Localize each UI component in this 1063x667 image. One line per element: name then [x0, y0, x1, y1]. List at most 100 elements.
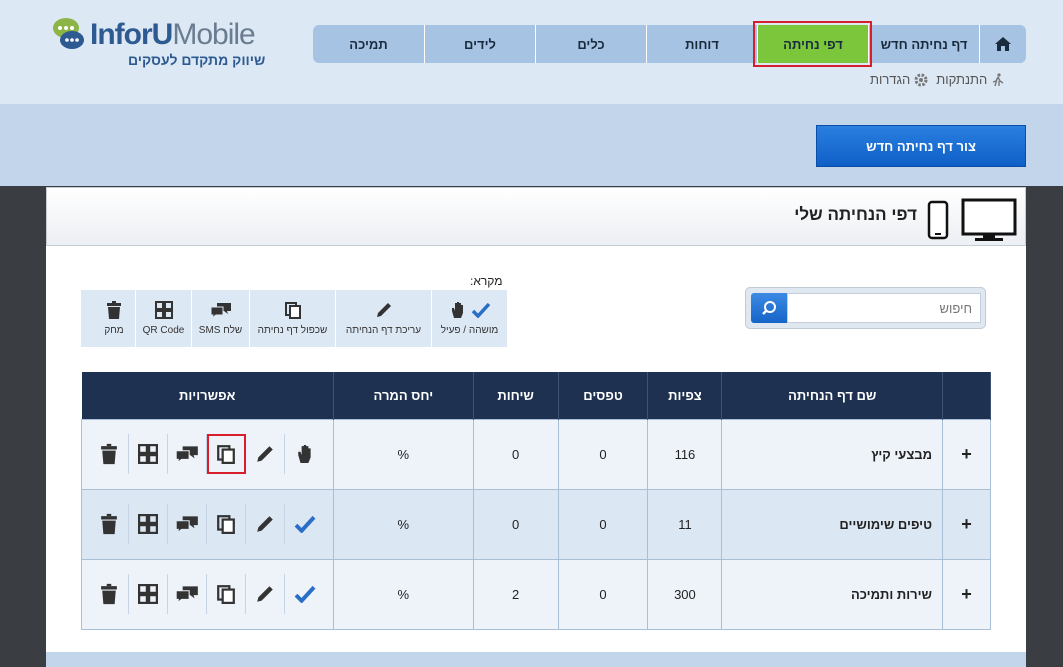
nav-landing-pages[interactable]: דפי נחיתה [753, 21, 872, 67]
row-conversion: % [332, 418, 474, 490]
header-views: צפיות [647, 372, 723, 419]
create-landing-page-button[interactable]: צור דף נחיתה חדש [816, 125, 1026, 167]
status-toggle-button[interactable] [285, 574, 324, 614]
row-name[interactable]: שירות ותמיכה [721, 558, 944, 630]
nav-leads[interactable]: לידים [424, 25, 535, 63]
row-conversion: % [332, 558, 474, 630]
logout-label: התנתקות [936, 72, 988, 87]
logout-link[interactable]: התנתקות [936, 72, 1005, 87]
row-calls: 0 [472, 488, 559, 560]
row-forms: 0 [557, 418, 649, 490]
expand-row-button[interactable]: + [942, 558, 991, 630]
row-forms: 0 [557, 488, 649, 560]
table-row: % 0 0 116 מבצעי קיץ + [81, 418, 991, 490]
search-button[interactable] [751, 293, 787, 323]
table-header-row: אפשרויות יחס המרה שיחות טפסים צפיות שם ד… [81, 372, 991, 419]
duplicate-button[interactable] [207, 504, 247, 544]
hand-icon [298, 445, 311, 463]
logo-tagline: שיווק מתקדם לעסקים [128, 52, 266, 68]
search-box [745, 287, 986, 329]
legend-item-status: מושהה / פעיל [431, 290, 507, 347]
row-views: 300 [647, 558, 723, 630]
logo-text: InforUMobile [90, 18, 256, 51]
row-conversion: % [332, 488, 474, 560]
qr-code-button[interactable] [129, 574, 169, 614]
legend-item-copy: שכפול דף נחיתה [249, 290, 335, 347]
send-sms-button[interactable] [168, 434, 208, 474]
duplicate-button[interactable] [207, 434, 247, 474]
delete-button[interactable] [90, 504, 130, 544]
delete-button[interactable] [90, 434, 130, 474]
status-toggle-button[interactable] [285, 504, 324, 544]
legend-item-delete: מחק [93, 290, 135, 347]
edit-button[interactable] [246, 504, 286, 544]
edit-button[interactable] [246, 574, 286, 614]
pencil-icon [376, 303, 391, 317]
logo[interactable]: InforUMobile שיווק מתקדם לעסקים [50, 12, 270, 72]
checkmark-icon [471, 302, 490, 318]
desktop-icon [961, 198, 1017, 241]
settings-label: הגדרות [870, 72, 911, 87]
legend-label-qr: QR Code [142, 325, 185, 336]
legend: מושהה / פעיל עריכת דף הנחיתה שכפול דף נח… [81, 290, 507, 347]
table-row: % 0 0 11 טיפים שימושיים + [81, 488, 991, 560]
status-toggle-button[interactable] [285, 434, 324, 474]
duplicate-button[interactable] [207, 574, 247, 614]
panel-header: דפי הנחיתה שלי [46, 187, 1026, 246]
running-man-icon [993, 72, 1004, 86]
legend-item-edit: עריכת דף הנחיתה [335, 290, 431, 347]
copy-icon [217, 515, 236, 534]
hand-icon [451, 302, 463, 318]
trash-icon [101, 443, 118, 465]
copy-icon [217, 585, 236, 604]
mobile-icon [927, 200, 949, 240]
row-options [81, 488, 334, 560]
nav-support[interactable]: תמיכה [313, 25, 424, 63]
expand-row-button[interactable]: + [942, 418, 991, 490]
row-calls: 0 [472, 418, 559, 490]
row-name[interactable]: טיפים שימושיים [721, 488, 944, 560]
legend-label-sms: שלח SMS [198, 325, 243, 336]
search-icon [762, 301, 776, 315]
row-calls: 2 [472, 558, 559, 630]
home-icon [995, 37, 1011, 51]
legend-label-copy: שכפול דף נחיתה [257, 325, 328, 336]
row-views: 11 [647, 488, 723, 560]
pencil-icon [257, 516, 274, 532]
nav-new-landing-page[interactable]: דף נחיתה חדש [868, 25, 979, 63]
row-options [81, 558, 334, 630]
checkmark-icon [294, 515, 316, 533]
pencil-icon [257, 586, 274, 602]
expand-row-button[interactable]: + [942, 488, 991, 560]
sms-icon [176, 586, 199, 604]
qr-icon [138, 444, 159, 464]
qr-icon [154, 301, 173, 319]
row-name[interactable]: מבצעי קיץ [721, 418, 944, 490]
delete-button[interactable] [90, 574, 130, 614]
sms-icon [210, 303, 231, 319]
trash-icon [101, 583, 118, 605]
nav-home-button[interactable] [979, 25, 1026, 63]
qr-code-button[interactable] [129, 504, 169, 544]
search-input[interactable] [787, 293, 981, 323]
header-forms: טפסים [558, 372, 649, 419]
send-sms-button[interactable] [168, 574, 208, 614]
sms-icon [176, 516, 199, 534]
header-conversion: יחס המרה [333, 372, 474, 419]
landing-pages-table: אפשרויות יחס המרה שיחות טפסים צפיות שם ד… [81, 372, 991, 630]
nav-reports[interactable]: דוחות [646, 25, 757, 63]
checkmark-icon [294, 585, 316, 603]
send-sms-button[interactable] [168, 504, 208, 544]
legend-label-edit: עריכת דף הנחיתה [345, 325, 422, 336]
header-name: שם דף הנחיתה [721, 372, 944, 419]
nav-tools[interactable]: כלים [535, 25, 646, 63]
legend-title: מקרא: [470, 274, 503, 288]
legend-label-delete: מחק [104, 325, 124, 336]
copy-icon [284, 302, 301, 319]
edit-button[interactable] [246, 434, 286, 474]
row-options [81, 418, 334, 490]
qr-icon [138, 584, 159, 604]
settings-link[interactable]: הגדרות [870, 72, 928, 87]
table-row: % 2 0 300 שירות ותמיכה + [81, 558, 991, 630]
qr-code-button[interactable] [129, 434, 169, 474]
